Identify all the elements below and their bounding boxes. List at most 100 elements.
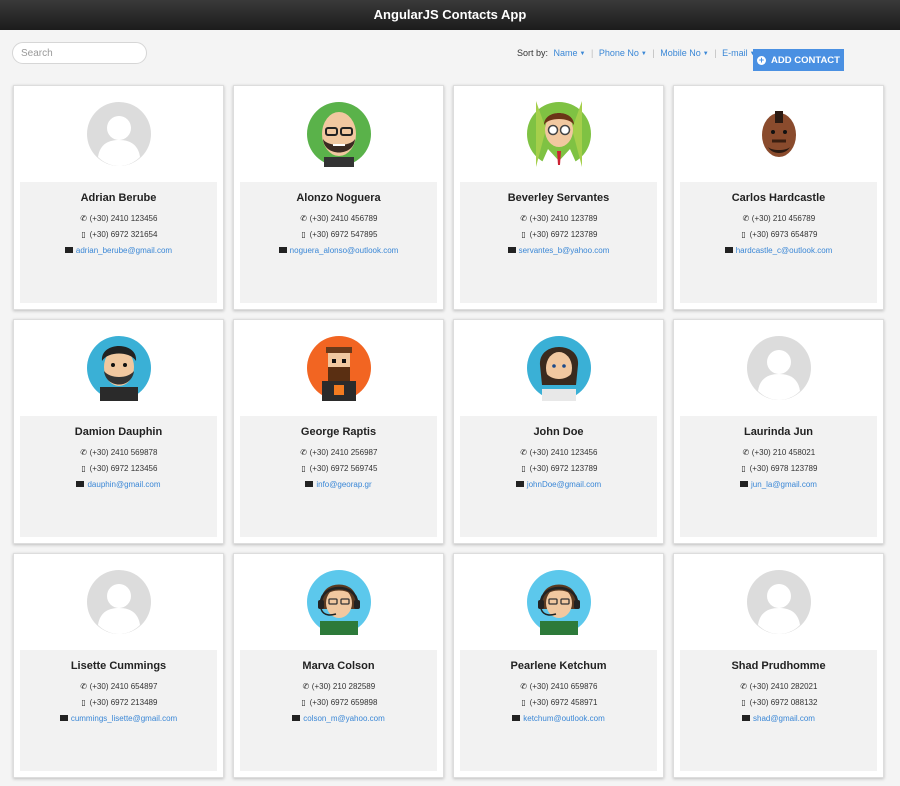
sort-by-mobile[interactable]: Mobile No ▼ (660, 48, 708, 58)
sort-by-email[interactable]: E-mail▼ (722, 48, 755, 58)
phone-line: ✆ (+30) 2410 654897 (20, 682, 217, 691)
phone-icon: ✆ (302, 682, 310, 691)
envelope-icon (278, 247, 287, 253)
sort-by-name[interactable]: Name ▼ (554, 48, 586, 58)
divider: | (714, 48, 717, 58)
mobile-line: ▯ (+30) 6972 321654 (20, 230, 217, 239)
envelope-icon (76, 481, 85, 487)
email-line: colson_m@yahoo.com (240, 714, 437, 723)
mobile-icon: ▯ (741, 230, 746, 239)
contact-mobile: (+30) 6972 321654 (89, 230, 158, 239)
search-input[interactable] (12, 42, 147, 64)
mobile-line: ▯ (+30) 6972 123456 (20, 464, 217, 473)
caret-down-icon: ▼ (640, 51, 647, 57)
avatar (746, 335, 812, 401)
contact-email-link[interactable]: servantes_b@yahoo.com (519, 246, 610, 255)
mobile-icon: ▯ (81, 698, 86, 707)
phone-icon: ✆ (80, 682, 87, 691)
envelope-icon (292, 715, 301, 721)
email-line: dauphin@gmail.com (20, 480, 217, 489)
avatar (306, 101, 372, 167)
contact-phone: (+30) 2410 569878 (89, 448, 158, 457)
envelope-icon (740, 481, 749, 487)
contact-email-link[interactable]: colson_m@yahoo.com (303, 714, 385, 723)
phone-icon: ✆ (300, 448, 307, 457)
add-contact-button[interactable]: + ADD CONTACT (753, 49, 844, 71)
add-contact-label: ADD CONTACT (771, 54, 840, 66)
contact-mobile: (+30) 6978 123789 (749, 464, 818, 473)
plus-circle-icon: + (757, 54, 767, 65)
contact-card[interactable]: George Raptis ✆ (+30) 2410 256987 ▯ (+30) … (233, 319, 444, 544)
phone-icon: ✆ (80, 214, 87, 223)
mobile-line: ▯ (+30) 6972 569745 (240, 464, 437, 473)
contact-card[interactable]: Damion Dauphin ✆ (+30) 2410 569878 ▯ (+30)… (13, 319, 224, 544)
contact-info: Laurinda Jun ✆ (+30) 210 458021 ▯ (+30) 69… (680, 416, 877, 537)
contact-card[interactable]: Pearlene Ketchum ✆ (+30) 2410 659876 ▯ (+3… (453, 553, 664, 778)
contact-email-link[interactable]: cummings_lisette@gmail.com (71, 714, 177, 723)
contact-name: Beverley Servantes (507, 192, 610, 204)
app-title: AngularJS Contacts App (373, 7, 527, 22)
phone-line: ✆ (+30) 2410 456789 (240, 214, 437, 223)
contact-email-link[interactable]: hardcastle_c@outlook.com (736, 246, 833, 255)
contact-info: Adrian Berube ✆ (+30) 2410 123456 ▯ (+30) … (20, 182, 217, 303)
sort-label: Sort by: (517, 48, 549, 58)
avatar (306, 569, 372, 635)
email-line: adrian_berube@gmail.com (20, 246, 217, 255)
phone-line: ✆ (+30) 2410 123456 (460, 448, 657, 457)
email-line: noguera_alonso@outlook.com (240, 246, 437, 255)
sort-by-phone[interactable]: Phone No ▼ (599, 48, 647, 58)
contact-card[interactable]: Adrian Berube ✆ (+30) 2410 123456 ▯ (+30) … (13, 85, 224, 310)
sort-by-phone-label: Phone No (598, 48, 639, 58)
contact-info: Marva Colson ✆ (+30) 210 282589 ▯ (+30) 69… (240, 650, 437, 771)
contact-email-link[interactable]: johnDoe@gmail.com (527, 480, 601, 489)
email-line: jun_la@gmail.com (680, 480, 877, 489)
mobile-icon: ▯ (521, 698, 526, 707)
mobile-icon: ▯ (81, 230, 86, 239)
mobile-line: ▯ (+30) 6972 123789 (460, 464, 657, 473)
contact-email-link[interactable]: adrian_berube@gmail.com (76, 246, 172, 255)
contact-card[interactable]: John Doe ✆ (+30) 2410 123456 ▯ (+30) 6972 … (453, 319, 664, 544)
contact-email-link[interactable]: shad@gmail.com (753, 714, 815, 723)
contact-mobile: (+30) 6972 088132 (749, 698, 818, 707)
phone-line: ✆ (+30) 2410 282021 (680, 682, 877, 691)
divider: | (591, 48, 594, 58)
email-line: ketchum@outlook.com (460, 714, 657, 723)
phone-line: ✆ (+30) 2410 256987 (240, 448, 437, 457)
contact-mobile: (+30) 6972 569745 (309, 464, 378, 473)
contact-name: Shad Prudhomme (731, 660, 826, 672)
caret-down-icon: ▼ (702, 51, 709, 57)
contact-info: Damion Dauphin ✆ (+30) 2410 569878 ▯ (+30)… (20, 416, 217, 537)
contact-email-link[interactable]: ketchum@outlook.com (523, 714, 605, 723)
contact-card[interactable]: Alonzo Noguera ✆ (+30) 2410 456789 ▯ (+30)… (233, 85, 444, 310)
contact-phone: (+30) 2410 654897 (89, 682, 158, 691)
phone-icon: ✆ (742, 448, 750, 457)
contact-card[interactable]: Lisette Cummings ✆ (+30) 2410 654897 ▯ (+3… (13, 553, 224, 778)
avatar (526, 569, 592, 635)
avatar (746, 101, 812, 167)
phone-line: ✆ (+30) 2410 659876 (460, 682, 657, 691)
contact-name: George Raptis (300, 426, 377, 438)
email-line: johnDoe@gmail.com (460, 480, 657, 489)
mobile-icon: ▯ (741, 464, 746, 473)
contact-card[interactable]: Beverley Servantes ✆ (+30) 2410 123789 ▯(… (453, 85, 664, 310)
mobile-line: ▯ (+30) 6978 123789 (680, 464, 877, 473)
phone-icon: ✆ (740, 682, 747, 691)
contact-email-link[interactable]: dauphin@gmail.com (87, 480, 160, 489)
contact-card[interactable]: Marva Colson ✆ (+30) 210 282589 ▯ (+30) 69… (233, 553, 444, 778)
contact-email-link[interactable]: jun_la@gmail.com (751, 480, 817, 489)
contact-card[interactable]: Laurinda Jun ✆ (+30) 210 458021 ▯ (+30) 69… (673, 319, 884, 544)
phone-icon: ✆ (520, 448, 527, 457)
contact-email-link[interactable]: noguera_alonso@outlook.com (290, 246, 399, 255)
contact-name: Alonzo Noguera (296, 192, 381, 204)
contact-name: Marva Colson (302, 660, 375, 672)
phone-line: ✆ (+30) 2410 123789 (460, 214, 657, 223)
contact-email-link[interactable]: info@georap.gr (316, 480, 371, 489)
mobile-icon: ▯ (521, 464, 526, 473)
avatar (526, 101, 592, 167)
mobile-icon: ▯ (521, 230, 526, 239)
avatar (306, 335, 372, 401)
contact-card[interactable]: Carlos Hardcastle ✆ (+30) 210 456789 ▯ (+3… (673, 85, 884, 310)
envelope-icon (724, 247, 733, 253)
contact-card[interactable]: Shad Prudhomme ✆ (+30) 2410 282021 ▯ (+30)… (673, 553, 884, 778)
mobile-icon: ▯ (301, 464, 306, 473)
